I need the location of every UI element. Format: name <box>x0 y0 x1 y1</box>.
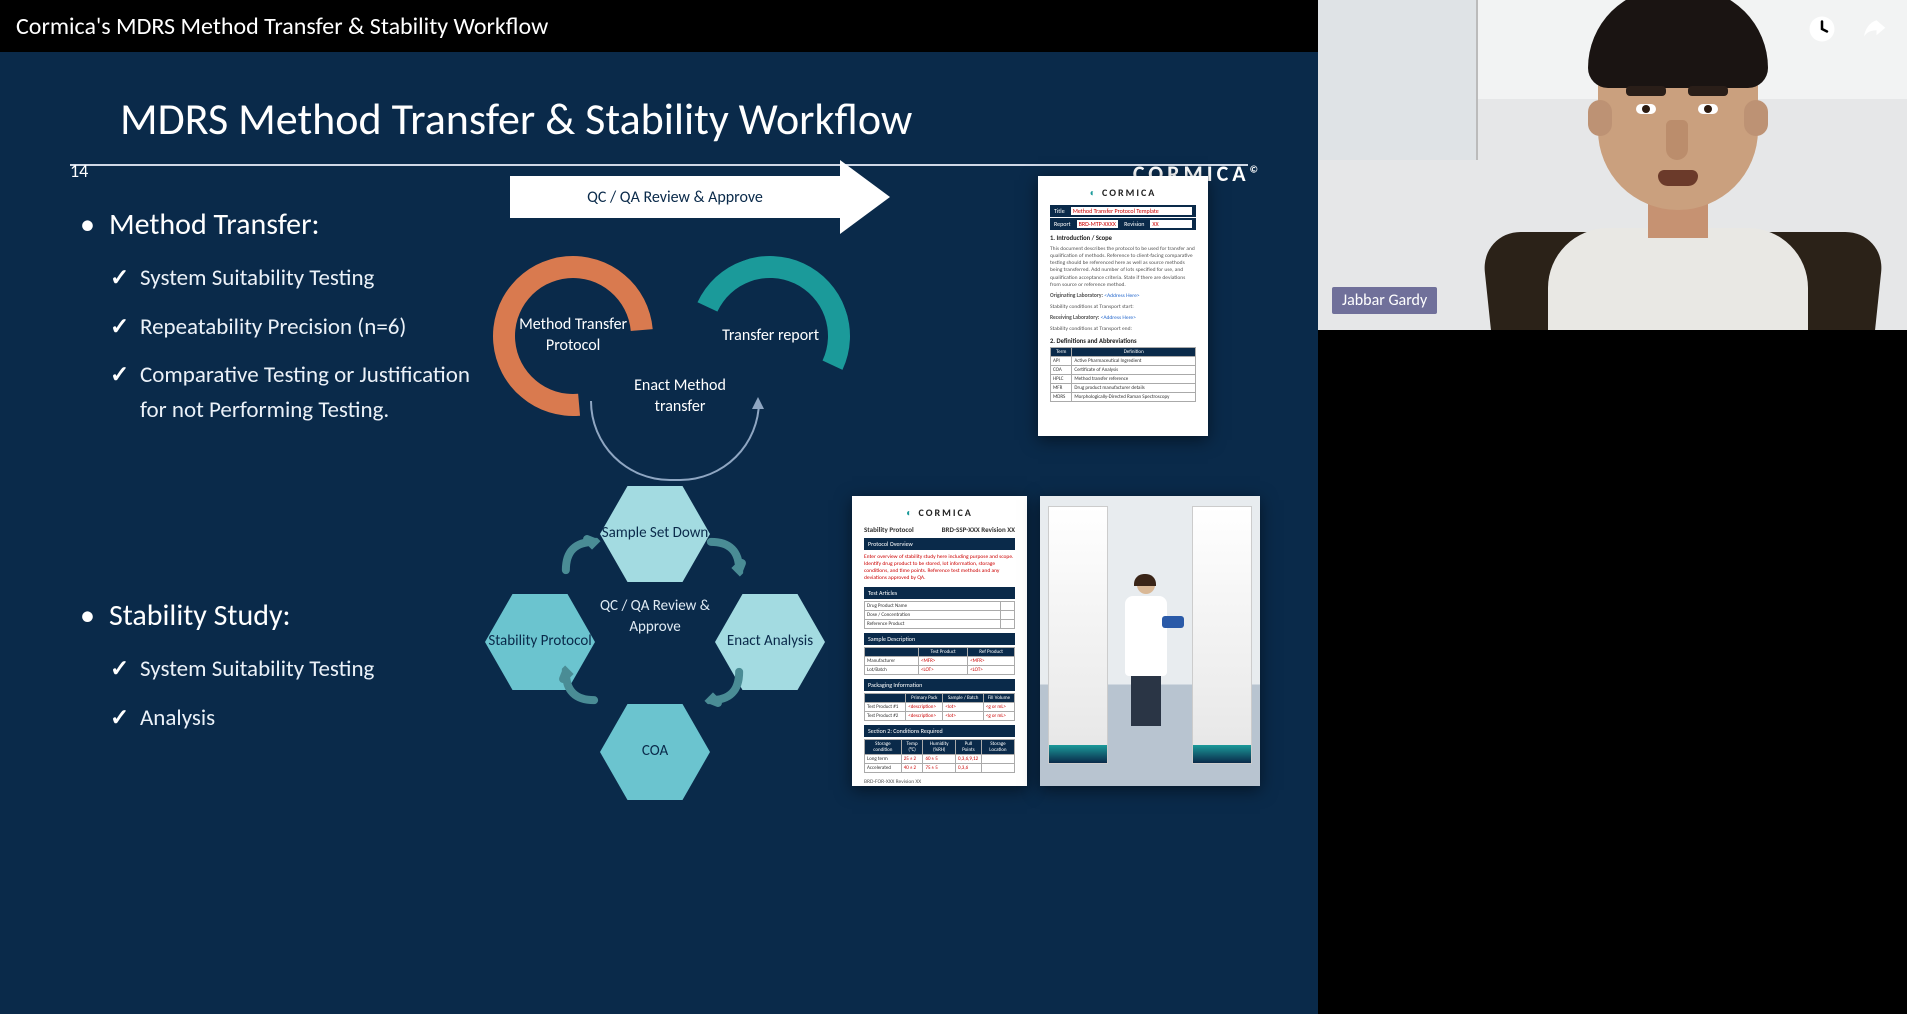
curve-arrow-icon <box>590 401 760 481</box>
speaker-video-panel: Jabbar Gardy <box>1318 0 1907 330</box>
list-item: System Suitability Testing <box>110 261 470 296</box>
slide-number: 14 <box>70 160 88 182</box>
list-item: Comparative Testing or Justification for… <box>110 358 470 427</box>
title-divider <box>70 164 1248 166</box>
share-icon[interactable] <box>1859 14 1889 44</box>
stability-chamber-photo <box>1040 496 1260 786</box>
empty-area <box>1318 330 1907 1014</box>
arrow-head-icon <box>840 160 890 234</box>
scientist-figure <box>1118 576 1174 726</box>
transfer-protocol-document: CORMICA TitleMethod Transfer Protocol Te… <box>1038 176 1208 436</box>
speaker-figure <box>1448 0 1877 330</box>
slide-title: MDRS Method Transfer & Stability Workflo… <box>120 92 1258 146</box>
qc-qa-arrow-banner: QC / QA Review & Approve <box>510 176 840 218</box>
speaker-name-badge: Jabbar Gardy <box>1332 287 1437 314</box>
list-item: Repeatability Precision (n=6) <box>110 310 470 345</box>
stability-cabinet <box>1192 506 1252 764</box>
window-title: Cormica's MDRS Method Transfer & Stabili… <box>16 12 548 41</box>
doc-logo: CORMICA <box>864 506 1015 519</box>
rings-diagram: Method Transfer Protocol Transfer report… <box>490 246 890 496</box>
graphics-column: QC / QA Review & Approve Method Transfer… <box>490 186 1258 749</box>
doc-table: TermDefinition APIActive Pharmaceutical … <box>1050 347 1196 402</box>
text-column: Method Transfer: System Suitability Test… <box>60 186 470 749</box>
stability-cabinet <box>1048 506 1108 764</box>
list-item: System Suitability Testing <box>110 652 470 687</box>
stability-cycle-diagram: Sample Set Down Enact Analysis COA Stabi… <box>465 486 835 816</box>
doc-logo: CORMICA <box>1050 186 1196 199</box>
watch-later-icon[interactable] <box>1807 14 1837 44</box>
hex-sample-set-down: Sample Set Down <box>600 486 710 582</box>
stability-protocol-document: CORMICA Stability ProtocolBRD-SSP-XXX Re… <box>852 496 1027 786</box>
section2-title: Stability Study: <box>80 597 470 634</box>
slide-area: 14 MDRS Method Transfer & Stability Work… <box>0 52 1318 1014</box>
hex-coa: COA <box>600 704 710 800</box>
list-item: Analysis <box>110 701 470 736</box>
hex-center-label: QC / QA Review & Approve <box>585 596 725 638</box>
section1-title: Method Transfer: <box>80 206 470 243</box>
